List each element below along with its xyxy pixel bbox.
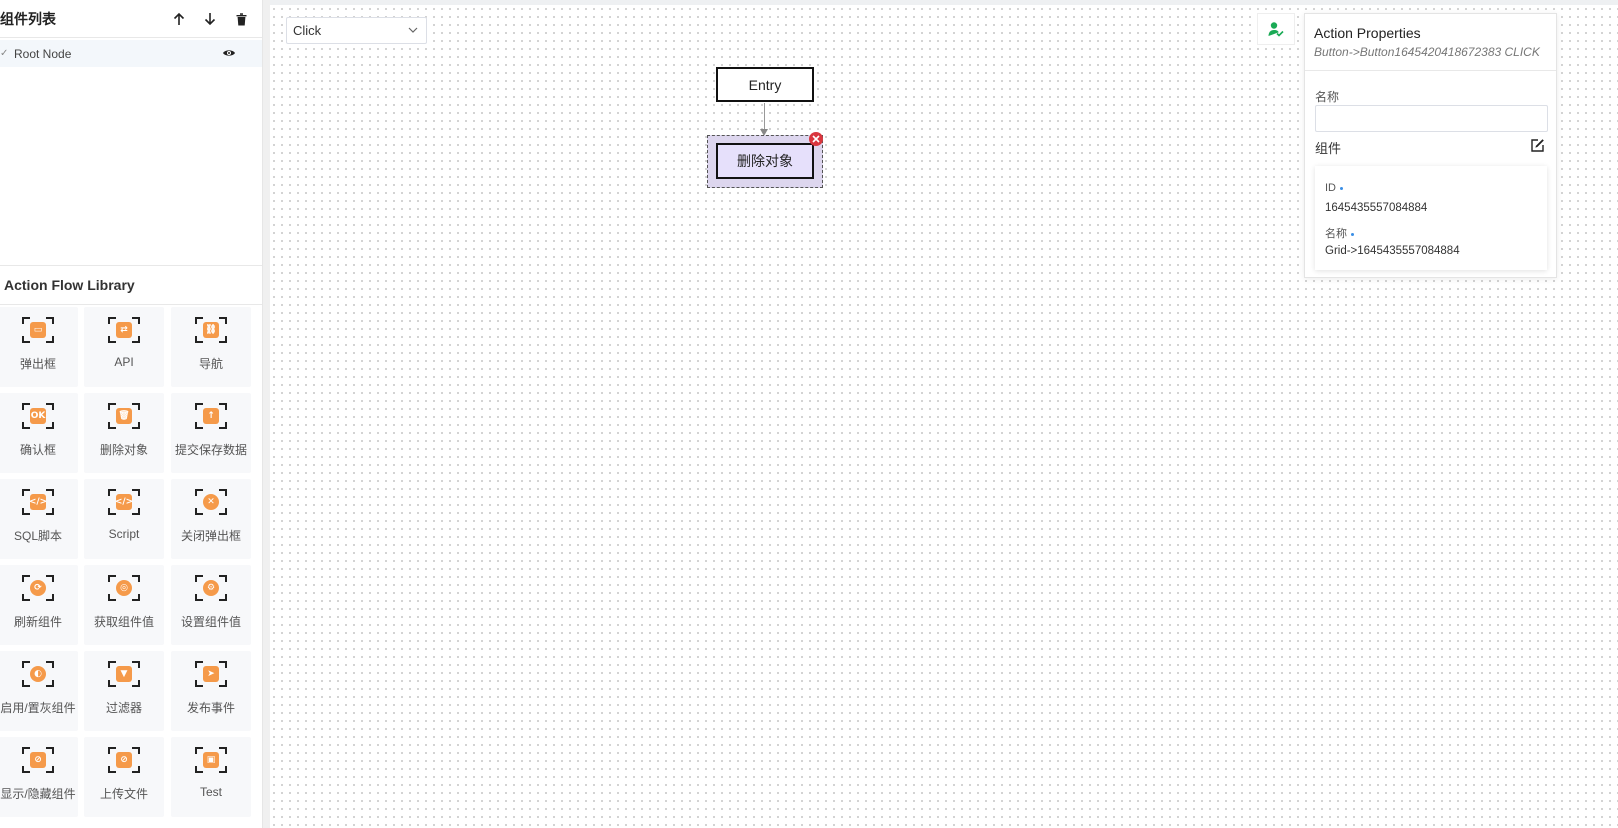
library-item[interactable]: ◐ 启用/置灰组件 xyxy=(0,651,78,731)
submit-icon: ↑ xyxy=(195,403,227,429)
library-title: Action Flow Library xyxy=(4,277,135,293)
library-item-label: 上传文件 xyxy=(99,787,148,801)
navigate-icon: ⛓ xyxy=(195,317,227,343)
eye-icon[interactable] xyxy=(222,47,236,59)
library-header: Action Flow Library xyxy=(0,265,262,305)
move-down-button[interactable] xyxy=(201,10,219,28)
component-tree-header: 组件列表 xyxy=(0,0,262,38)
library-item-label: 显示/隐藏组件 xyxy=(0,787,76,801)
test-icon: ▣ xyxy=(195,747,227,773)
library-item-label: 弹出框 xyxy=(19,357,56,371)
library-item[interactable]: OK 确认框 xyxy=(0,393,78,473)
event-select-value: Click xyxy=(293,23,322,38)
library-item[interactable]: </> Script xyxy=(84,479,164,559)
library-item[interactable]: ⟳ 刷新组件 xyxy=(0,565,78,645)
library-item-label: 删除对象 xyxy=(99,443,148,457)
library-item[interactable]: 🗑 删除对象 xyxy=(84,393,164,473)
library-item[interactable]: ⇄ API xyxy=(84,307,164,387)
trash-icon xyxy=(236,12,246,25)
library-item[interactable]: ▼ 过滤器 xyxy=(84,651,164,731)
library-item[interactable]: ⊘ 上传文件 xyxy=(84,737,164,817)
library-item-label: 发布事件 xyxy=(186,701,235,715)
library-item[interactable]: ✕ 关闭弹出框 xyxy=(171,479,251,559)
library-item[interactable]: ↑ 提交保存数据 xyxy=(171,393,251,473)
chevron-down-icon xyxy=(408,27,418,33)
library-item-label: Script xyxy=(108,527,140,541)
chevron-down-icon[interactable]: ✓ xyxy=(0,48,10,59)
library-item[interactable]: ➤ 发布事件 xyxy=(171,651,251,731)
upload-icon: ⊘ xyxy=(108,747,140,773)
library-item-label: 提交保存数据 xyxy=(174,443,247,457)
refresh-icon: ⟳ xyxy=(22,575,54,601)
close-icon xyxy=(812,135,820,143)
library-item-label: 刷新组件 xyxy=(13,615,62,629)
action-properties-panel: Action Properties Button->Button16454204… xyxy=(1304,13,1557,278)
panel-resizer[interactable] xyxy=(262,0,270,828)
library-item[interactable]: ⊘ 显示/隐藏组件 xyxy=(0,737,78,817)
library-item-label: 关闭弹出框 xyxy=(180,529,241,543)
popup-icon: ▭ xyxy=(22,317,54,343)
library-item-label: Test xyxy=(199,785,222,799)
set-value-icon: ⚙ xyxy=(195,575,227,601)
properties-subtitle: Button->Button1645420418672383 CLICK xyxy=(1314,45,1540,59)
visibility-icon: ⊘ xyxy=(22,747,54,773)
user-check-icon xyxy=(1268,22,1284,37)
component-card: ID 1645435557084884 名称 Grid->16454355570… xyxy=(1315,166,1547,270)
library-item[interactable]: ▭ 弹出框 xyxy=(0,307,78,387)
library-item-label: SQL脚本 xyxy=(13,529,62,543)
get-value-icon: ◎ xyxy=(108,575,140,601)
library-item-label: API xyxy=(114,355,134,369)
component-tree-title: 组件列表 xyxy=(0,10,56,27)
id-value: 1645435557084884 xyxy=(1325,202,1428,214)
library-item[interactable]: ◎ 获取组件值 xyxy=(84,565,164,645)
script-icon: </> xyxy=(108,489,140,515)
delete-button[interactable] xyxy=(232,10,250,28)
library-item[interactable]: </> SQL脚本 xyxy=(0,479,78,559)
library-item-label: 确认框 xyxy=(19,443,56,457)
move-up-button[interactable] xyxy=(170,10,188,28)
library-item-label: 启用/置灰组件 xyxy=(0,701,76,715)
confirm-icon: OK xyxy=(22,403,54,429)
name-label: 名称 xyxy=(1315,90,1340,104)
entry-node[interactable]: Entry xyxy=(716,67,814,102)
api-icon: ⇄ xyxy=(108,317,140,343)
tree-node-root[interactable]: ✓ Root Node xyxy=(0,40,262,67)
id-label: ID xyxy=(1325,182,1343,194)
arrow-up-icon xyxy=(173,12,185,25)
close-popup-icon: ✕ xyxy=(195,489,227,515)
library-item-label: 获取组件值 xyxy=(93,615,154,629)
component-name-label: 名称 xyxy=(1325,225,1354,241)
delete-object-icon: 🗑 xyxy=(108,403,140,429)
close-circle-icon[interactable] xyxy=(809,132,823,146)
library-item-label: 导航 xyxy=(198,357,223,371)
library-item[interactable]: ⛓ 导航 xyxy=(171,307,251,387)
name-input[interactable] xyxy=(1315,105,1548,132)
divider xyxy=(1305,70,1556,71)
filter-icon: ▼ xyxy=(108,661,140,687)
library-item-label: 过滤器 xyxy=(105,701,142,715)
toggle-icon: ◐ xyxy=(22,661,54,687)
arrow-down-icon xyxy=(204,13,216,26)
tree-node-label: Root Node xyxy=(14,46,72,61)
user-button[interactable] xyxy=(1257,13,1295,45)
library-item[interactable]: ▣ Test xyxy=(171,737,251,817)
component-label: 组件 xyxy=(1315,141,1342,156)
left-panel: 组件列表 ✓ Root Node Action Flow Library ▭ 弹出… xyxy=(0,0,270,828)
edit-icon[interactable] xyxy=(1530,138,1545,153)
properties-title: Action Properties xyxy=(1314,25,1421,41)
library-item-label: 设置组件值 xyxy=(180,615,241,629)
publish-icon: ➤ xyxy=(195,661,227,687)
library-item[interactable]: ⚙ 设置组件值 xyxy=(171,565,251,645)
component-name-value: Grid->1645435557084884 xyxy=(1325,245,1460,257)
action-node-delete-object[interactable]: 删除对象 xyxy=(716,143,814,179)
sql-icon: </> xyxy=(22,489,54,515)
event-select[interactable]: Click xyxy=(286,17,427,44)
